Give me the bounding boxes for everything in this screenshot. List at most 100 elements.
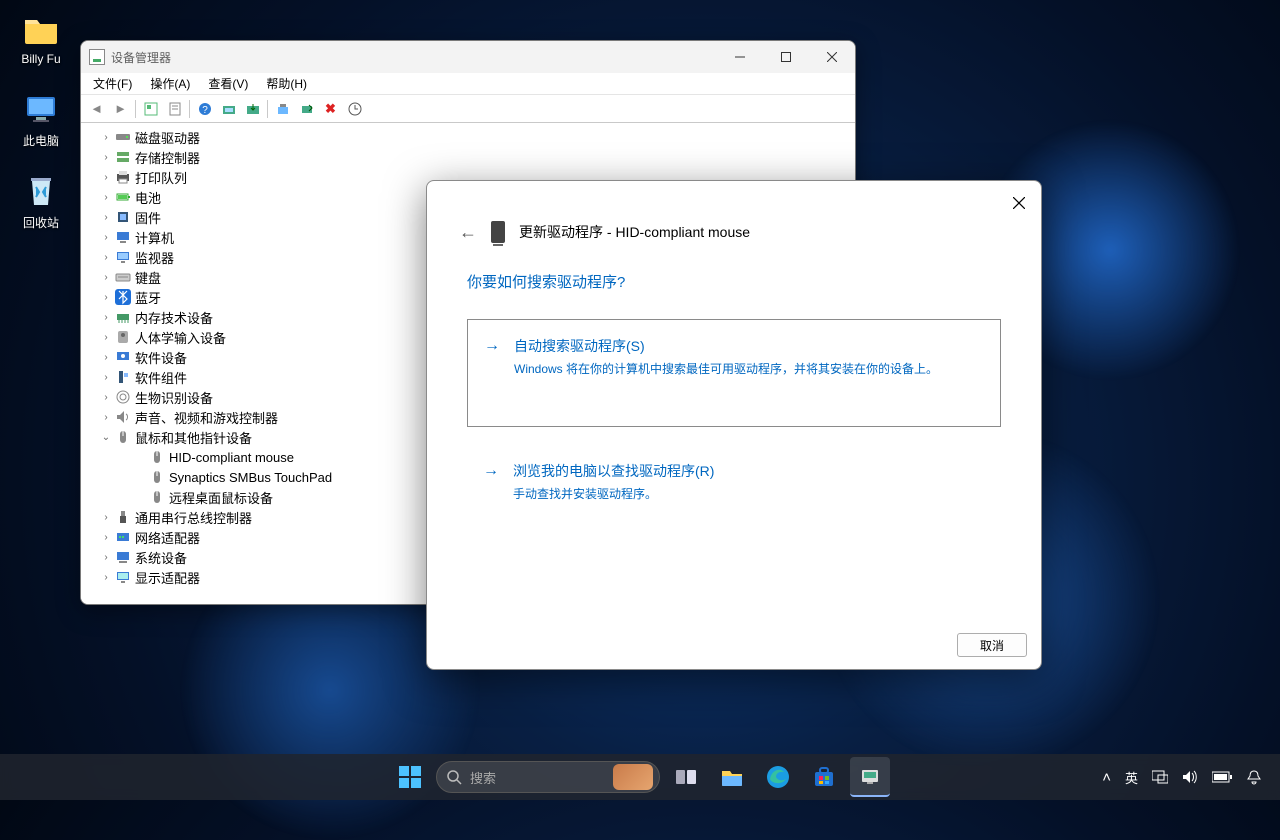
monitor-icon [115, 249, 131, 265]
properties-button[interactable] [163, 98, 186, 120]
printer-icon [115, 169, 131, 185]
taskbar: 搜索 ˄ 英 [0, 754, 1280, 800]
ime-indicator[interactable]: 英 [1125, 768, 1138, 787]
menu-file[interactable]: 文件(F) [85, 73, 140, 94]
store-button[interactable] [804, 757, 844, 797]
tree-node-label: 通用串行总线控制器 [135, 508, 252, 527]
desktop-icon-recycle-bin[interactable]: 回收站 [6, 172, 76, 231]
tree-node-label: Synaptics SMBus TouchPad [169, 470, 332, 485]
update-driver-button[interactable] [241, 98, 264, 120]
biometric-icon [115, 389, 131, 405]
tree-node-label: 电池 [135, 188, 161, 207]
maximize-button[interactable] [763, 41, 809, 73]
network-icon [115, 529, 131, 545]
chevron-icon: › [99, 212, 113, 223]
desktop-icon-user-folder[interactable]: Billy Fu [6, 10, 76, 66]
battery-icon [115, 189, 131, 205]
scan-hardware-button[interactable] [217, 98, 240, 120]
desktop-icon-this-pc[interactable]: 此电脑 [6, 90, 76, 149]
system-tray: ˄ 英 [1102, 768, 1280, 787]
tree-node-label: 网络适配器 [135, 528, 200, 547]
svg-text:?: ? [202, 105, 208, 116]
device-manager-taskbar-button[interactable] [850, 757, 890, 797]
desktop-icon-label: 回收站 [6, 214, 76, 231]
mouse-icon [115, 429, 131, 445]
close-button[interactable] [809, 41, 855, 73]
uninstall-button[interactable] [271, 98, 294, 120]
chevron-icon: › [99, 332, 113, 343]
notifications-icon[interactable] [1246, 769, 1262, 785]
option-auto-search[interactable]: → 自动搜索驱动程序(S) Windows 将在你的计算机中搜索最佳可用驱动程序… [467, 319, 1001, 427]
tree-node-label: 软件设备 [135, 348, 187, 367]
chevron-icon: › [99, 372, 113, 383]
volume-icon[interactable] [1182, 770, 1198, 784]
option-title: 自动搜索驱动程序(S) [514, 336, 982, 356]
chevron-icon: › [99, 552, 113, 563]
firmware-icon [115, 209, 131, 225]
search-box[interactable]: 搜索 [436, 761, 660, 793]
start-button[interactable] [390, 757, 430, 797]
titlebar[interactable]: 设备管理器 [81, 41, 855, 73]
tree-node[interactable]: ›存储控制器 [81, 147, 855, 167]
hid-icon [115, 329, 131, 345]
option-subtitle: 手动查找并安装驱动程序。 [513, 485, 983, 502]
enable-button[interactable] [295, 98, 318, 120]
task-view-button[interactable] [666, 757, 706, 797]
tree-node-label: 系统设备 [135, 548, 187, 567]
tree-node-label: HID-compliant mouse [169, 450, 294, 465]
update-driver-dialog: ← 更新驱动程序 - HID-compliant mouse 你要如何搜索驱动程… [426, 180, 1042, 670]
tray-overflow-button[interactable]: ˄ [1102, 769, 1111, 786]
back-icon[interactable]: ← [459, 222, 477, 243]
mouse-icon [149, 489, 165, 505]
disable-button[interactable]: ✖ [319, 98, 342, 120]
chevron-icon: › [99, 412, 113, 423]
show-hide-tree-button[interactable] [139, 98, 162, 120]
folder-icon [22, 10, 60, 48]
menubar: 文件(F) 操作(A) 查看(V) 帮助(H) [81, 73, 855, 95]
recycle-bin-icon [22, 172, 60, 210]
forward-button[interactable]: ► [109, 98, 132, 120]
tree-node[interactable]: ›磁盘驱动器 [81, 127, 855, 147]
sound-icon [115, 409, 131, 425]
tree-node-label: 显示适配器 [135, 568, 200, 587]
toolbar: ◄ ► ? ✖ [81, 95, 855, 123]
battery-icon[interactable] [1212, 771, 1232, 783]
desktop-icon-label: 此电脑 [6, 132, 76, 149]
dialog-title: 更新驱动程序 - HID-compliant mouse [519, 222, 750, 242]
projection-icon[interactable] [1152, 770, 1168, 784]
file-explorer-button[interactable] [712, 757, 752, 797]
minimize-button[interactable] [717, 41, 763, 73]
option-browse-computer[interactable]: → 浏览我的电脑以查找驱动程序(R) 手动查找并安装驱动程序。 [467, 445, 1001, 518]
window-title: 设备管理器 [111, 49, 171, 66]
system-icon [115, 549, 131, 565]
tree-node-label: 监视器 [135, 248, 174, 267]
tree-node-label: 存储控制器 [135, 148, 200, 167]
menu-view[interactable]: 查看(V) [200, 73, 256, 94]
dialog-close-button[interactable] [1005, 189, 1033, 217]
keyboard-icon [115, 269, 131, 285]
tree-node-label: 远程桌面鼠标设备 [169, 488, 273, 507]
search-icon [447, 770, 462, 785]
tree-node-label: 计算机 [135, 228, 174, 247]
chevron-icon: › [99, 272, 113, 283]
chevron-icon: › [99, 292, 113, 303]
chevron-icon: › [99, 172, 113, 183]
component-icon [115, 369, 131, 385]
tree-node-label: 生物识别设备 [135, 388, 213, 407]
back-button[interactable]: ◄ [85, 98, 108, 120]
chevron-icon: › [99, 512, 113, 523]
option-title: 浏览我的电脑以查找驱动程序(R) [513, 461, 983, 481]
bluetooth-icon [115, 289, 131, 305]
storage-icon [115, 149, 131, 165]
menu-action[interactable]: 操作(A) [142, 73, 198, 94]
action-button[interactable] [343, 98, 366, 120]
chevron-icon: ⌄ [99, 432, 113, 443]
chevron-icon: › [99, 352, 113, 363]
computer-icon [115, 229, 131, 245]
cancel-button[interactable]: 取消 [957, 633, 1027, 657]
menu-help[interactable]: 帮助(H) [258, 73, 315, 94]
help-button[interactable]: ? [193, 98, 216, 120]
edge-button[interactable] [758, 757, 798, 797]
device-icon [491, 221, 505, 243]
chevron-icon: › [99, 252, 113, 263]
